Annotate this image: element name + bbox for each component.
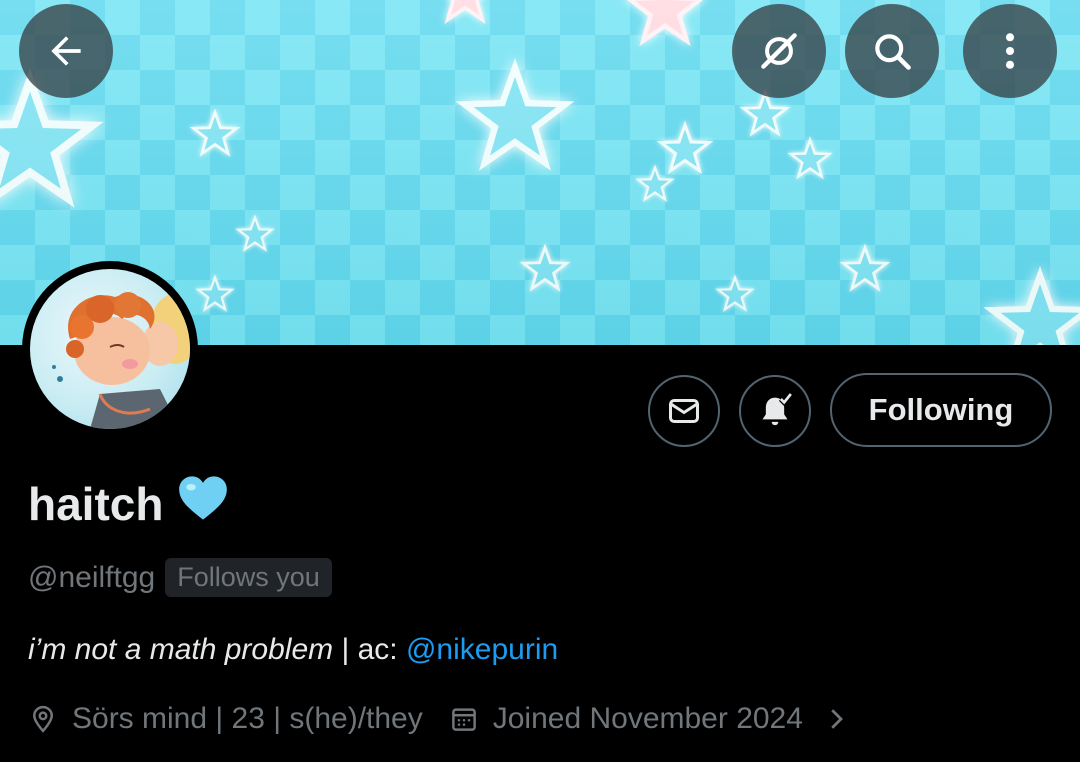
location-pin-icon [32,705,54,733]
profile-meta: Sörs mind | 23 | s(he)/they Joined Novem… [28,702,851,736]
message-button[interactable] [648,375,720,447]
grok-button[interactable] [732,4,826,98]
profile-bio: i’m not a math problem | ac: @nikepurin [28,633,558,667]
follows-you-badge: Follows you [165,558,332,597]
grok-icon [761,33,797,69]
profile-avatar[interactable] [22,261,198,437]
light-blue-heart-icon [177,474,229,533]
joined-date-text: Joined November 2024 [492,702,803,735]
avatar-image [30,269,190,429]
following-button[interactable]: Following [830,373,1052,447]
location-text: Sörs mind | 23 | s(he)/they [72,702,423,735]
more-button[interactable] [963,4,1057,98]
arrow-left-icon [51,36,81,66]
notifications-button[interactable] [739,375,811,447]
handle-row: @neilftgg Follows you [28,558,332,597]
bio-text: i’m not a math problem [28,633,334,666]
more-vertical-icon [1005,33,1015,69]
bio-mention-link[interactable]: @nikepurin [406,633,558,666]
username-handle: @neilftgg [28,560,156,594]
back-button[interactable] [19,4,113,98]
display-name-text: haitch [28,477,164,530]
envelope-icon [669,399,699,423]
bell-check-icon [762,392,793,426]
search-button[interactable] [845,4,939,98]
bio-separator: | ac: [333,633,406,666]
calendar-icon [451,708,476,731]
search-icon [875,34,911,70]
display-name: haitch [28,474,229,533]
chevron-right-icon[interactable] [821,704,851,734]
